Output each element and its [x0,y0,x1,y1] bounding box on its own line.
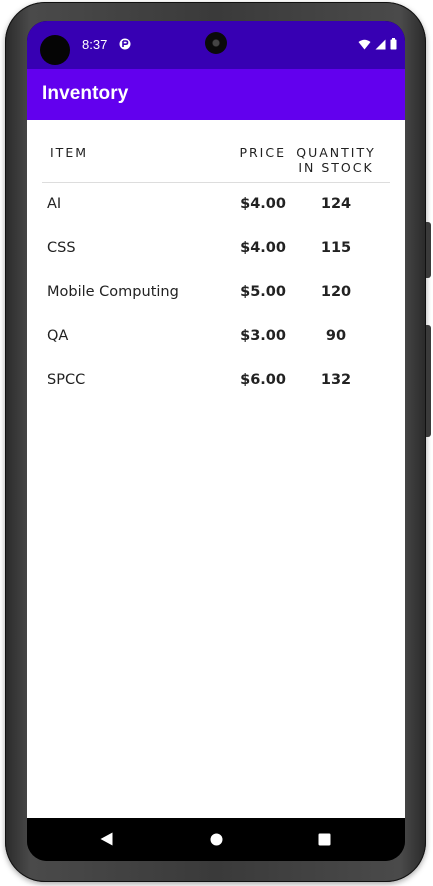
page-title: Inventory [42,83,129,104]
item-price: $6.00 [240,372,286,388]
front-camera [205,32,227,54]
table-row[interactable]: CSS $4.00 115 [42,228,390,272]
column-header-quantity-line2: IN STOCK [298,160,374,175]
back-button[interactable] [96,829,116,849]
item-price: $4.00 [240,196,286,212]
item-quantity: 90 [325,328,347,344]
item-price: $3.00 [240,328,286,344]
home-button[interactable] [206,829,226,849]
status-time: 8:37 [82,37,108,52]
table-row[interactable]: AI $4.00 124 [42,184,390,228]
item-price: $4.00 [240,240,286,256]
item-name: CSS [47,240,76,256]
item-name: SPCC [47,372,86,388]
column-header-item: ITEM [50,145,89,160]
item-quantity: 115 [320,240,352,256]
table-row[interactable]: SPCC $6.00 132 [42,360,390,404]
status-bar: 8:37 [27,21,405,69]
app-bar: Inventory [27,69,405,120]
item-name: Mobile Computing [47,284,179,300]
inventory-content: ITEM PRICE QUANTITY IN STOCK AI $4.00 12… [27,120,405,861]
recents-square-icon [318,833,330,845]
navigation-bar [27,818,405,861]
phone-screen: 8:37 Inventory ITEM PRICE QUANTITY IN ST… [27,21,405,861]
table-header: ITEM PRICE QUANTITY IN STOCK [42,120,390,183]
signal-icon [375,39,386,49]
volume-button [426,325,431,437]
system-icons [358,38,397,50]
column-header-quantity-line1: QUANTITY [296,145,376,160]
item-name: QA [47,328,69,344]
table-row[interactable]: QA $3.00 90 [42,316,390,360]
battery-icon [390,38,397,50]
item-quantity: 124 [320,196,352,212]
back-triangle-icon [100,832,112,846]
item-quantity: 120 [320,284,352,300]
item-name: AI [47,196,62,212]
column-header-quantity: QUANTITY IN STOCK [291,145,381,175]
camera-cutout-left [40,35,70,65]
home-circle-icon [210,833,222,845]
item-price: $5.00 [240,284,286,300]
table-row[interactable]: Mobile Computing $5.00 120 [42,272,390,316]
wifi-icon [358,39,371,49]
item-quantity: 132 [320,372,352,388]
power-button [426,222,431,278]
column-header-price: PRICE [239,145,286,160]
notification-icon [119,38,131,50]
recents-button[interactable] [314,829,334,849]
